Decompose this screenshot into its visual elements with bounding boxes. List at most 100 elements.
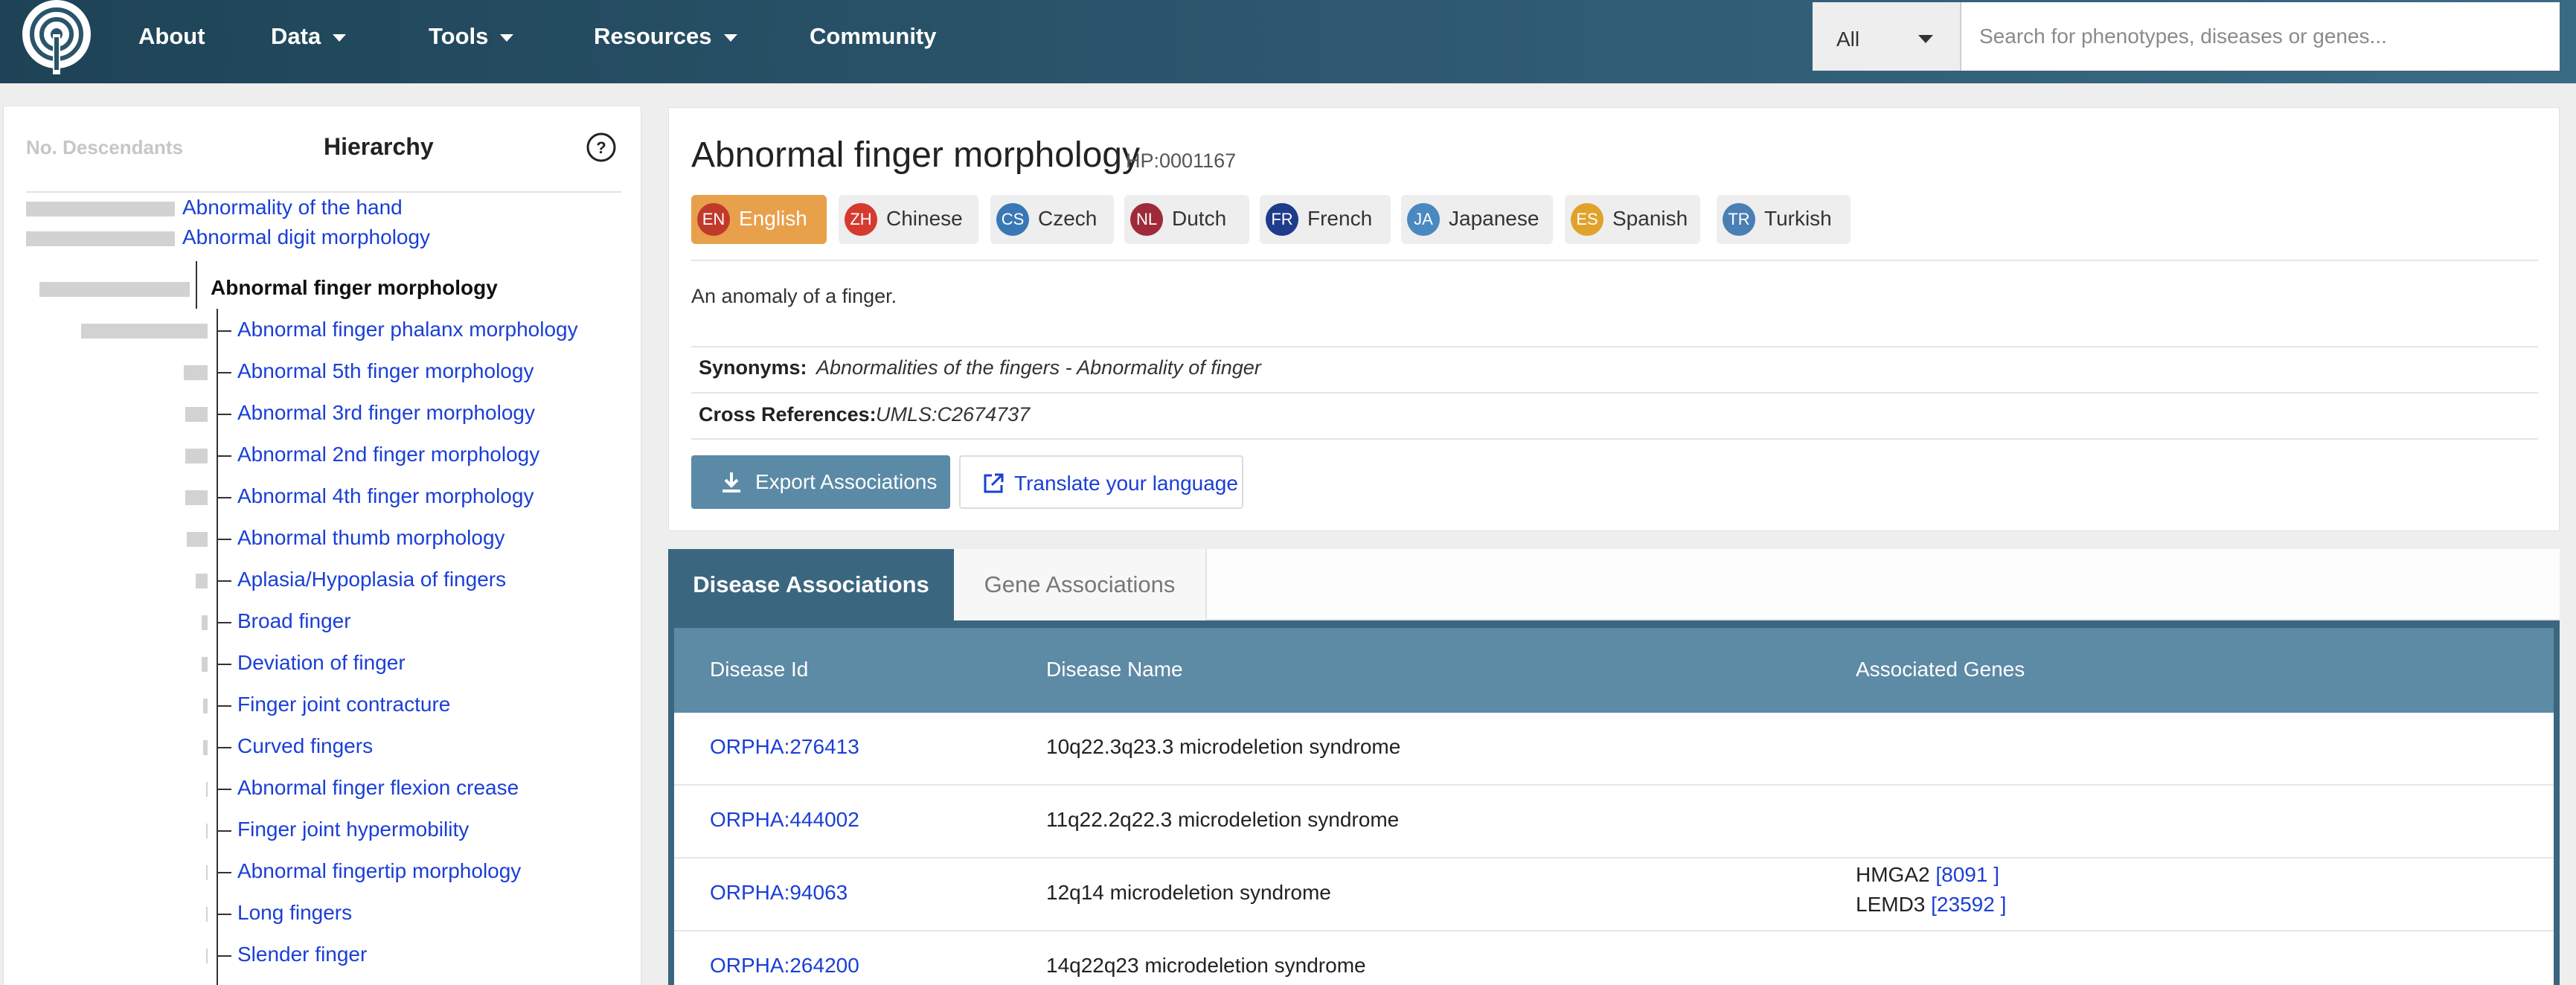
top-navbar: About Data Tools Resources Community All bbox=[0, 0, 2576, 83]
tab-gene-associations[interactable]: Gene Associations bbox=[954, 549, 1207, 620]
export-associations-button[interactable]: Export Associations bbox=[691, 455, 950, 509]
hierarchy-child-link[interactable]: Curved fingers bbox=[237, 734, 373, 758]
divider bbox=[691, 392, 2538, 394]
descendant-count-bar bbox=[206, 824, 208, 838]
language-badge-icon: ES bbox=[1571, 203, 1603, 236]
hierarchy-child-link[interactable]: Abnormal 4th finger morphology bbox=[237, 484, 534, 508]
chevron-down-icon bbox=[333, 33, 347, 42]
language-czech[interactable]: CS Czech bbox=[990, 195, 1114, 244]
chevron-down-icon bbox=[723, 33, 737, 42]
hierarchy-child-link[interactable]: Abnormal 2nd finger morphology bbox=[237, 443, 539, 466]
tree-branch bbox=[217, 580, 231, 582]
tree-branch bbox=[217, 830, 231, 832]
disease-id-link[interactable]: ORPHA:276413 bbox=[710, 735, 859, 759]
hierarchy-child-link[interactable]: Abnormal finger phalanx morphology bbox=[237, 318, 578, 341]
descendant-count-bar bbox=[203, 699, 208, 713]
disease-table: Disease Id Disease Name Associated Genes… bbox=[668, 620, 2560, 985]
hierarchy-divider bbox=[26, 191, 621, 193]
descendant-count-bar bbox=[185, 449, 208, 463]
language-badge-icon: CS bbox=[996, 203, 1029, 236]
help-icon[interactable]: ? bbox=[586, 132, 617, 163]
hierarchy-child-link[interactable]: Abnormal finger flexion crease bbox=[237, 776, 519, 800]
tree-branch bbox=[217, 705, 231, 707]
language-badge-icon: JA bbox=[1407, 203, 1440, 236]
disease-id-link[interactable]: ORPHA:444002 bbox=[710, 808, 859, 832]
tree-branch bbox=[217, 497, 231, 498]
nav-community[interactable]: Community bbox=[810, 19, 937, 54]
synonyms-label: Synonyms: bbox=[699, 356, 807, 379]
gene-id-link[interactable]: [8091 ] bbox=[1935, 863, 1999, 886]
tree-branch bbox=[217, 372, 231, 373]
language-spanish[interactable]: ES Spanish bbox=[1565, 195, 1700, 244]
descendant-count-bar bbox=[203, 740, 208, 755]
gene-symbol: LEMD3 bbox=[1856, 893, 1926, 916]
table-row: ORPHA:94063 12q14 microdeletion syndrome… bbox=[674, 859, 2554, 931]
disease-name: 10q22.3q23.3 microdeletion syndrome bbox=[1046, 735, 1401, 758]
hierarchy-title: Hierarchy bbox=[324, 133, 434, 160]
hierarchy-child-link[interactable]: Abnormal thumb morphology bbox=[237, 526, 505, 550]
descendant-count-bar bbox=[81, 324, 208, 339]
language-name: Turkish bbox=[1764, 207, 1832, 230]
hierarchy-child-link[interactable]: Abnormal 3rd finger morphology bbox=[237, 401, 535, 425]
translate-label: Translate your language bbox=[1014, 472, 1238, 495]
hierarchy-child-link[interactable]: Deviation of finger bbox=[237, 651, 406, 675]
divider bbox=[691, 346, 2538, 347]
nav-about[interactable]: About bbox=[138, 19, 205, 54]
search-group: All bbox=[1813, 2, 2560, 71]
column-header-disease-name[interactable]: Disease Name bbox=[1046, 658, 1183, 681]
nav-community-label: Community bbox=[810, 23, 937, 49]
tree-line bbox=[196, 261, 197, 309]
svg-text:?: ? bbox=[596, 138, 606, 157]
hierarchy-child-link[interactable]: Finger joint hypermobility bbox=[237, 818, 469, 841]
nav-data[interactable]: Data bbox=[271, 19, 347, 54]
hierarchy-child-link[interactable]: Broad finger bbox=[237, 609, 351, 633]
language-name: Chinese bbox=[886, 207, 963, 230]
disease-id-link[interactable]: ORPHA:264200 bbox=[710, 954, 859, 978]
table-row: ORPHA:444002 11q22.2q22.3 microdeletion … bbox=[674, 786, 2554, 859]
tab-bar-fill bbox=[1207, 549, 2560, 620]
language-english[interactable]: EN English bbox=[691, 195, 827, 244]
synonyms-value: Abnormalities of the fingers - Abnormali… bbox=[816, 356, 1261, 379]
hierarchy-child-link[interactable]: Slender finger bbox=[237, 943, 367, 966]
tree-branch bbox=[217, 955, 231, 957]
nav-tools[interactable]: Tools bbox=[429, 19, 514, 54]
language-badge-icon: ZH bbox=[845, 203, 877, 236]
disease-name: 12q14 microdeletion syndrome bbox=[1046, 881, 1331, 904]
disease-id-link[interactable]: ORPHA:94063 bbox=[710, 881, 848, 905]
tree-branch bbox=[217, 539, 231, 540]
hierarchy-child-link[interactable]: Long fingers bbox=[237, 901, 352, 925]
tab-disease-associations[interactable]: Disease Associations bbox=[668, 549, 954, 620]
hierarchy-child-link[interactable]: Abnormal fingertip morphology bbox=[237, 859, 521, 883]
app-logo-icon[interactable] bbox=[18, 0, 95, 74]
descendant-count-bar bbox=[185, 490, 208, 505]
divider bbox=[691, 438, 2538, 440]
hierarchy-parent-link[interactable]: Abnormality of the hand bbox=[182, 196, 403, 219]
column-header-disease-id[interactable]: Disease Id bbox=[710, 658, 808, 681]
hierarchy-child-link[interactable]: Abnormal 5th finger morphology bbox=[237, 359, 534, 383]
nav-resources[interactable]: Resources bbox=[594, 19, 737, 54]
table-body: ORPHA:276413 10q22.3q23.3 microdeletion … bbox=[674, 713, 2554, 985]
hierarchy-current-term: Abnormal finger morphology bbox=[211, 276, 498, 299]
descendant-count-bar bbox=[206, 949, 208, 963]
column-header-associated-genes[interactable]: Associated Genes bbox=[1856, 658, 2025, 681]
gene-id-link[interactable]: [23592 ] bbox=[1931, 893, 2006, 916]
tree-branch bbox=[217, 622, 231, 623]
descendant-count-bar bbox=[26, 202, 175, 216]
language-dutch[interactable]: NL Dutch bbox=[1124, 195, 1249, 244]
hierarchy-parent-link[interactable]: Abnormal digit morphology bbox=[182, 225, 430, 249]
external-link-icon bbox=[984, 473, 1004, 493]
nav-about-label: About bbox=[138, 23, 205, 49]
hierarchy-child-link[interactable]: Finger joint contracture bbox=[237, 693, 450, 716]
language-japanese[interactable]: JA Japanese bbox=[1401, 195, 1553, 244]
language-french[interactable]: FR French bbox=[1260, 195, 1391, 244]
translate-button[interactable]: Translate your language bbox=[959, 455, 1243, 509]
descendant-count-bar bbox=[202, 657, 208, 672]
tree-branch bbox=[217, 330, 231, 332]
search-input[interactable] bbox=[1963, 2, 2558, 71]
language-chinese[interactable]: ZH Chinese bbox=[839, 195, 978, 244]
hierarchy-child-link[interactable]: Aplasia/Hypoplasia of fingers bbox=[237, 568, 506, 591]
divider bbox=[691, 260, 2538, 261]
search-category-select[interactable]: All bbox=[1813, 2, 1961, 71]
language-turkish[interactable]: TR Turkish bbox=[1717, 195, 1851, 244]
cross-references-value: UMLS:C2674737 bbox=[876, 403, 1031, 426]
